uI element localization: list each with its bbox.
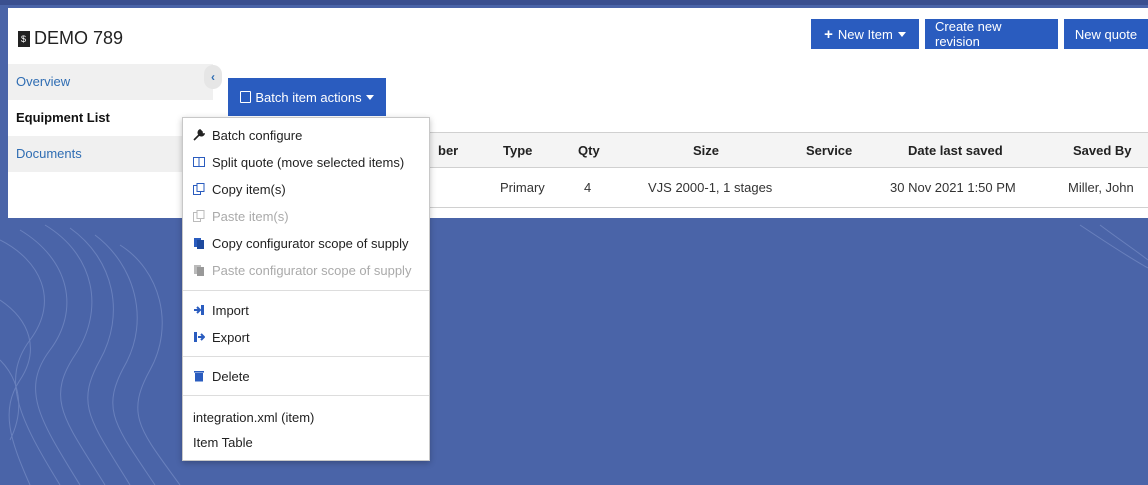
menu-item-import[interactable]: Import: [183, 299, 429, 321]
menu-item-export[interactable]: Export: [183, 326, 429, 348]
menu-item-label: Item Table: [193, 434, 253, 450]
menu-item-copy-items[interactable]: Copy item(s): [183, 178, 429, 200]
menu-item-label: Batch configure: [212, 127, 303, 143]
menu-item-label: Copy configurator scope of supply: [212, 235, 409, 251]
copy-icon: [240, 91, 252, 103]
new-item-label: New Item: [837, 26, 893, 42]
paste-icon: [193, 210, 205, 222]
cell-date-last-saved: 30 Nov 2021 1:50 PM: [890, 180, 1016, 195]
menu-item-label: Import: [212, 302, 249, 318]
column-header-date-last-saved[interactable]: Date last saved: [908, 143, 1003, 158]
copy-icon: [193, 183, 205, 195]
trash-icon: [193, 370, 205, 382]
menu-item-copy-configurator-scope[interactable]: Copy configurator scope of supply: [183, 232, 429, 254]
plus-icon: +: [824, 25, 833, 43]
menu-item-batch-configure[interactable]: Batch configure: [183, 124, 429, 146]
cell-size: VJS 2000-1, 1 stages: [648, 180, 773, 195]
import-icon: [193, 304, 205, 316]
quote-document-icon: [18, 30, 30, 47]
menu-item-label: Export: [212, 329, 250, 345]
menu-item-label: Paste item(s): [212, 208, 289, 224]
menu-item-item-table[interactable]: Item Table: [183, 431, 429, 453]
column-header-qty[interactable]: Qty: [578, 143, 600, 158]
collapse-sidebar-chevron-icon[interactable]: ‹: [204, 65, 222, 89]
menu-item-label: Copy item(s): [212, 181, 286, 197]
menu-item-paste-items[interactable]: Paste item(s): [183, 205, 429, 227]
copy-scope-icon: [193, 237, 205, 249]
batch-item-actions-label: Batch item actions: [255, 89, 362, 105]
page-title-text: DEMO 789: [34, 28, 124, 48]
columns-icon: [193, 156, 205, 168]
menu-item-paste-configurator-scope[interactable]: Paste configurator scope of supply: [183, 259, 429, 281]
menu-item-delete[interactable]: Delete: [183, 365, 429, 387]
cell-saved-by: Miller, John: [1068, 180, 1134, 195]
new-item-button[interactable]: + New Item: [811, 19, 919, 49]
create-revision-button[interactable]: Create new revision: [925, 19, 1058, 49]
menu-item-label: Paste configurator scope of supply: [212, 262, 412, 278]
menu-divider: [183, 290, 429, 291]
batch-item-actions-button[interactable]: Batch item actions: [228, 78, 386, 116]
column-header-saved-by[interactable]: Saved By: [1073, 143, 1132, 158]
caret-down-icon: [897, 31, 906, 37]
menu-item-label: Split quote (move selected items): [212, 154, 405, 170]
cell-type: Primary: [500, 180, 545, 195]
menu-divider: [183, 395, 429, 396]
top-accent-bar: [0, 0, 1148, 5]
menu-item-split-quote[interactable]: Split quote (move selected items): [183, 151, 429, 173]
main-panel: DEMO 789 + New Item Create new revision …: [8, 8, 1148, 218]
paste-scope-icon: [193, 264, 205, 276]
column-header-service[interactable]: Service: [806, 143, 852, 158]
wrench-icon: [193, 129, 206, 141]
page-header: DEMO 789 + New Item Create new revision …: [8, 8, 1148, 64]
menu-item-integration-xml[interactable]: integration.xml (item): [183, 406, 429, 428]
page-title: DEMO 789: [18, 28, 123, 49]
new-quote-button[interactable]: New quote: [1064, 19, 1148, 49]
menu-item-label: integration.xml (item): [193, 409, 315, 425]
cell-qty: 4: [584, 180, 592, 195]
menu-item-label: Delete: [212, 368, 250, 384]
column-header-type[interactable]: Type: [503, 143, 532, 158]
batch-actions-dropdown-menu: Batch configure Split quote (move select…: [182, 117, 430, 461]
sidebar-item-overview[interactable]: Overview: [8, 64, 213, 100]
column-header-number[interactable]: ber: [438, 143, 458, 158]
column-header-size[interactable]: Size: [693, 143, 719, 158]
caret-down-icon: [365, 94, 374, 100]
menu-divider: [183, 356, 429, 357]
export-icon: [193, 331, 206, 343]
